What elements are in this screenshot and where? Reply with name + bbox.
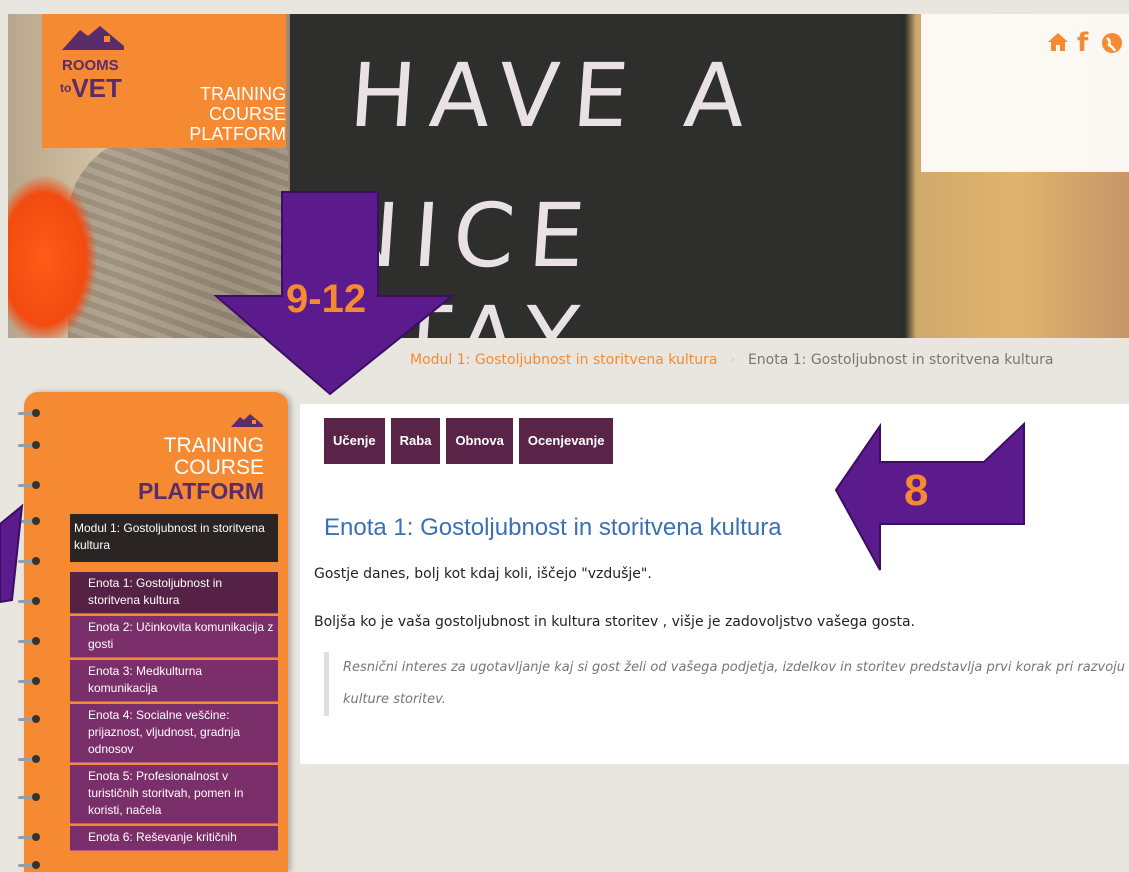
ring-icon [18,480,48,490]
ring-icon [18,676,48,686]
notebook-rings [18,400,48,872]
globe-icon[interactable] [1101,32,1123,60]
ring-icon [18,596,48,606]
sidebar-menu: Modul 1: Gostoljubnost in storitvena kul… [70,514,278,851]
ring-icon [18,516,48,526]
content-tabs: Učenje Raba Obnova Ocenjevanje [324,418,614,464]
sidebar-module-item[interactable]: Modul 1: Gostoljubnost in storitvena kul… [70,514,278,562]
house-logo-icon [62,26,124,50]
ring-icon [18,832,48,842]
header-icons-panel: f [921,14,1129,172]
logo-line2: PLATFORM [189,124,286,144]
logo-vet-word: VET [71,73,122,103]
page-title: Enota 1: Gostoljubnost in storitvena kul… [324,514,782,541]
site-logo[interactable]: ROOMS toVET TRAINING COURSE PLATFORM [42,14,286,148]
ring-icon [18,792,48,802]
sidebar-item-enota-4[interactable]: Enota 4: Socialne veščine: prijaznost, v… [70,704,278,763]
sidebar-logo: TRAINING COURSE PLATFORM [72,412,264,503]
ring-icon [18,408,48,418]
logo-line1: TRAINING COURSE [199,84,286,124]
sidebar-item-enota-3[interactable]: Enota 3: Medkulturna komunikacija [70,660,278,702]
main-content: Učenje Raba Obnova Ocenjevanje Enota 1: … [300,404,1129,764]
sidebar-item-enota-5[interactable]: Enota 5: Profesionalnost v turističnih s… [70,765,278,824]
home-icon[interactable] [1047,32,1069,58]
ring-icon [18,860,48,870]
logo-to-text: to [60,81,72,95]
breadcrumb-separator-icon: › [729,352,736,368]
sidebar-item-enota-2[interactable]: Enota 2: Učinkovita komunikacija z gosti [70,616,278,658]
ring-icon [18,440,48,450]
blockquote: Resnični interes za ugotavljanje kaj si … [324,652,1127,716]
sidebar: TRAINING COURSE PLATFORM Modul 1: Gostol… [24,392,288,872]
sidebar-title-line1: TRAINING COURSE [163,434,264,479]
paragraph-2: Boljša ko je vaša gostoljubnost in kultu… [314,614,916,630]
logo-platform-text: TRAINING COURSE PLATFORM [142,84,286,144]
chalk-text-line1: HAVE A [346,44,763,147]
logo-vet-text: toVET [60,73,122,103]
knit-blanket-image [68,134,288,338]
facebook-icon[interactable]: f [1077,28,1088,58]
sidebar-item-enota-1[interactable]: Enota 1: Gostoljubnost in storitvena kul… [70,572,278,614]
breadcrumb-current: Enota 1: Gostoljubnost in storitvena kul… [747,352,1054,368]
sidebar-title-line2: PLATFORM [137,478,264,504]
ring-icon [18,556,48,566]
ring-icon [18,754,48,764]
scarf-image [8,174,98,338]
paragraph-1: Gostje danes, bolj kot kdaj koli, iščejo… [314,566,652,582]
house-logo-icon [231,414,263,427]
tab-ucenje[interactable]: Učenje [324,418,385,464]
sidebar-item-enota-6[interactable]: Enota 6: Reševanje kritičnih [70,826,278,851]
chalk-text-line2: NICE STAY [323,184,603,338]
tab-ocenjevanje[interactable]: Ocenjevanje [518,418,614,464]
breadcrumb: Modul 1: Gostoljubnost in storitvena kul… [410,352,1053,368]
logo-rooms-text: ROOMS [62,57,119,74]
ring-icon [18,636,48,646]
breadcrumb-module-link[interactable]: Modul 1: Gostoljubnost in storitvena kul… [410,352,717,368]
tab-raba[interactable]: Raba [390,418,441,464]
chalkboard-image: HAVE A NICE STAY [290,14,900,338]
ring-icon [18,714,48,724]
tab-obnova[interactable]: Obnova [446,418,513,464]
